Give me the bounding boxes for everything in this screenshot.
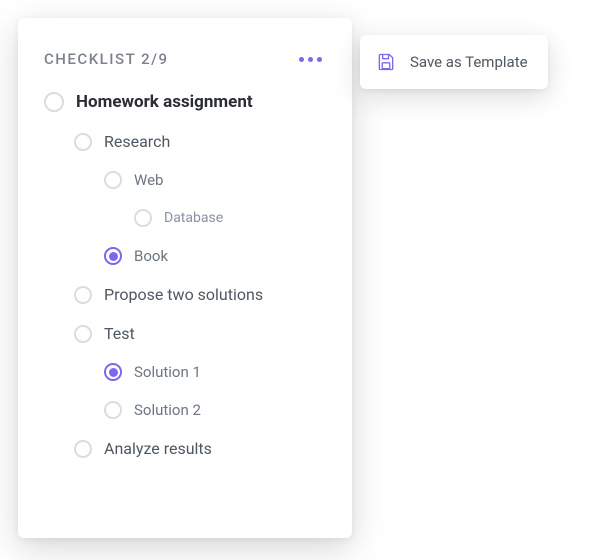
checkbox-icon[interactable] bbox=[74, 440, 92, 458]
checkbox-icon[interactable] bbox=[104, 171, 122, 189]
checklist-item-propose[interactable]: Propose two solutions bbox=[74, 285, 326, 304]
checkbox-icon[interactable] bbox=[104, 363, 122, 381]
checklist-panel: CHECKLIST 2/9 Homework assignment Resear… bbox=[18, 18, 352, 538]
item-label: Propose two solutions bbox=[104, 285, 263, 304]
checkbox-icon[interactable] bbox=[104, 247, 122, 265]
checkbox-icon[interactable] bbox=[74, 286, 92, 304]
save-as-template-label: Save as Template bbox=[410, 53, 528, 71]
checklist-item-solution-1[interactable]: Solution 1 bbox=[104, 363, 326, 381]
more-dot-icon bbox=[317, 57, 322, 62]
checklist-item-analyze[interactable]: Analyze results bbox=[74, 439, 326, 458]
checklist-item-book[interactable]: Book bbox=[104, 247, 326, 265]
checkbox-icon[interactable] bbox=[44, 92, 64, 112]
more-dot-icon bbox=[299, 57, 304, 62]
checklist-item-research[interactable]: Research bbox=[74, 132, 326, 151]
save-floppy-icon bbox=[376, 52, 396, 72]
checklist-item-root[interactable]: Homework assignment bbox=[44, 92, 326, 112]
checkbox-icon[interactable] bbox=[104, 401, 122, 419]
item-label: Homework assignment bbox=[76, 92, 253, 112]
save-as-template-button[interactable]: Save as Template bbox=[360, 35, 548, 89]
checkbox-icon[interactable] bbox=[74, 133, 92, 151]
more-menu-button[interactable] bbox=[295, 53, 326, 66]
checklist-item-solution-2[interactable]: Solution 2 bbox=[104, 401, 326, 419]
checkbox-icon[interactable] bbox=[134, 209, 152, 227]
item-label: Solution 1 bbox=[134, 363, 201, 381]
checklist-item-web[interactable]: Web bbox=[104, 171, 326, 189]
item-label: Test bbox=[104, 324, 135, 343]
checklist-item-database[interactable]: Database bbox=[134, 209, 326, 227]
item-label: Database bbox=[164, 210, 223, 226]
item-label: Book bbox=[134, 247, 168, 265]
panel-header: CHECKLIST 2/9 bbox=[44, 50, 326, 68]
checkbox-icon[interactable] bbox=[74, 325, 92, 343]
item-label: Research bbox=[104, 132, 170, 151]
checklist-item-test[interactable]: Test bbox=[74, 324, 326, 343]
item-label: Analyze results bbox=[104, 439, 212, 458]
more-dot-icon bbox=[308, 57, 313, 62]
item-label: Solution 2 bbox=[134, 401, 201, 419]
checklist-list: Homework assignment Research Web Databas… bbox=[44, 92, 326, 458]
checklist-title: CHECKLIST 2/9 bbox=[44, 50, 169, 68]
item-label: Web bbox=[134, 171, 163, 189]
